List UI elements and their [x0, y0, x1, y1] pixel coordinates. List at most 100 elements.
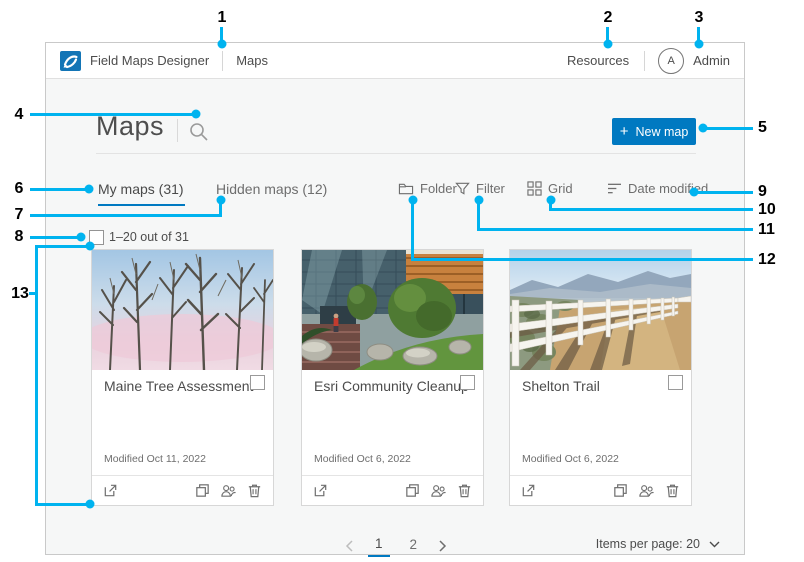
callout-line: [411, 200, 414, 261]
card-title: Shelton Trail: [522, 378, 600, 394]
callout-label-2: 2: [604, 9, 613, 27]
callout-line: [477, 200, 480, 231]
map-card-esri-community-cleanup[interactable]: Esri Community Cleanup Modified Oct 6, 2…: [301, 249, 484, 506]
callout-line: [30, 214, 222, 217]
callout-line: [30, 188, 88, 191]
items-per-page-dropdown[interactable]: Items per page: 20: [596, 537, 720, 551]
callout-dot: [604, 40, 613, 49]
plus-icon: +: [620, 124, 629, 139]
launch-icon[interactable]: [312, 482, 329, 499]
new-map-button[interactable]: + New map: [612, 118, 696, 145]
map-card-maine-tree-assessment[interactable]: Maine Tree Assessment Modified Oct 11, 2…: [91, 249, 274, 506]
items-per-page-label: Items per page: 20: [596, 537, 700, 551]
launch-icon[interactable]: [520, 482, 537, 499]
page-next-icon[interactable]: [437, 540, 447, 552]
folder-label: Folder: [420, 181, 457, 196]
share-group-icon[interactable]: [220, 482, 237, 499]
callout-label-9: 9: [758, 183, 767, 201]
callout-label-4: 4: [15, 106, 24, 124]
share-group-icon[interactable]: [430, 482, 447, 499]
folder-icon: [398, 181, 414, 196]
header-divider: [222, 51, 223, 71]
grid-view-button[interactable]: Grid: [527, 181, 573, 196]
callout-line: [694, 191, 753, 194]
filter-icon: [455, 181, 470, 196]
card-footer: [302, 475, 483, 505]
callout-line: [477, 228, 753, 231]
avatar[interactable]: A: [658, 48, 684, 74]
callout-dot: [77, 233, 86, 242]
callout-line: [35, 503, 89, 506]
tab-hidden-maps[interactable]: Hidden maps (12): [216, 181, 327, 197]
card-footer: [92, 475, 273, 505]
callout-dot: [217, 196, 226, 205]
launch-icon[interactable]: [102, 482, 119, 499]
callout-label-3: 3: [695, 9, 704, 27]
card-modified-date: Modified Oct 11, 2022: [104, 453, 206, 465]
duplicate-icon[interactable]: [194, 482, 211, 499]
sort-icon: [607, 182, 622, 195]
filter-label: Filter: [476, 181, 505, 196]
trash-icon[interactable]: [456, 482, 473, 499]
app-header: Field Maps Designer Maps Resources A Adm…: [46, 43, 744, 79]
card-checkbox[interactable]: [668, 375, 683, 390]
duplicate-icon[interactable]: [612, 482, 629, 499]
screenshot-root: Field Maps Designer Maps Resources A Adm…: [0, 0, 804, 562]
share-group-icon[interactable]: [638, 482, 655, 499]
callout-label-5: 5: [758, 119, 767, 137]
app-title: Field Maps Designer: [90, 53, 209, 68]
search-icon[interactable]: [188, 121, 210, 143]
callout-line: [30, 113, 196, 116]
callout-line: [30, 236, 80, 239]
callout-dot: [86, 242, 95, 251]
card-thumbnail[interactable]: [302, 250, 483, 370]
new-map-label: New map: [635, 125, 688, 139]
callout-line: [35, 245, 38, 506]
header-divider: [644, 51, 645, 71]
card-modified-date: Modified Oct 6, 2022: [522, 453, 619, 465]
callout-dot: [85, 185, 94, 194]
filter-button[interactable]: Filter: [455, 181, 505, 196]
grid-label: Grid: [548, 181, 573, 196]
trash-icon[interactable]: [664, 482, 681, 499]
user-name[interactable]: Admin: [693, 53, 730, 68]
page-2-button[interactable]: 2: [403, 535, 425, 556]
active-tab-underline: [98, 204, 185, 206]
callout-label-7: 7: [15, 206, 24, 224]
page-prev-icon[interactable]: [345, 540, 355, 552]
grid-icon: [527, 181, 542, 196]
duplicate-icon[interactable]: [404, 482, 421, 499]
callout-label-13: 13: [11, 285, 29, 303]
callout-label-8: 8: [15, 228, 24, 246]
trash-icon[interactable]: [246, 482, 263, 499]
card-thumbnail[interactable]: [510, 250, 691, 370]
card-footer: [510, 475, 691, 505]
callout-line: [549, 208, 753, 211]
card-title: Esri Community Cleanup: [314, 378, 469, 394]
title-rule: [96, 153, 696, 154]
map-card-shelton-trail[interactable]: Shelton Trail Modified Oct 6, 2022: [509, 249, 692, 506]
esri-logo-icon: [60, 51, 81, 71]
card-title: Maine Tree Assessment: [104, 378, 253, 394]
callout-line: [35, 245, 89, 248]
card-thumbnail[interactable]: [92, 250, 273, 370]
callout-label-11: 11: [758, 221, 775, 239]
folder-button[interactable]: Folder: [398, 181, 457, 196]
card-modified-date: Modified Oct 6, 2022: [314, 453, 411, 465]
callout-dot: [86, 500, 95, 509]
card-checkbox[interactable]: [250, 375, 265, 390]
callout-label-6: 6: [15, 180, 24, 198]
nav-item-maps[interactable]: Maps: [236, 53, 268, 68]
field-maps-designer-window: Field Maps Designer Maps Resources A Adm…: [45, 42, 745, 555]
chevron-down-icon: [709, 541, 720, 548]
callout-label-12: 12: [758, 251, 776, 269]
card-checkbox[interactable]: [460, 375, 475, 390]
callout-label-10: 10: [758, 201, 776, 219]
tab-my-maps[interactable]: My maps (31): [98, 181, 184, 197]
nav-item-resources[interactable]: Resources: [567, 53, 629, 68]
page-1-button[interactable]: 1: [368, 534, 390, 557]
callout-dot: [695, 40, 704, 49]
title-divider: [177, 119, 178, 142]
callout-label-1: 1: [218, 9, 227, 27]
callout-line: [703, 127, 753, 130]
